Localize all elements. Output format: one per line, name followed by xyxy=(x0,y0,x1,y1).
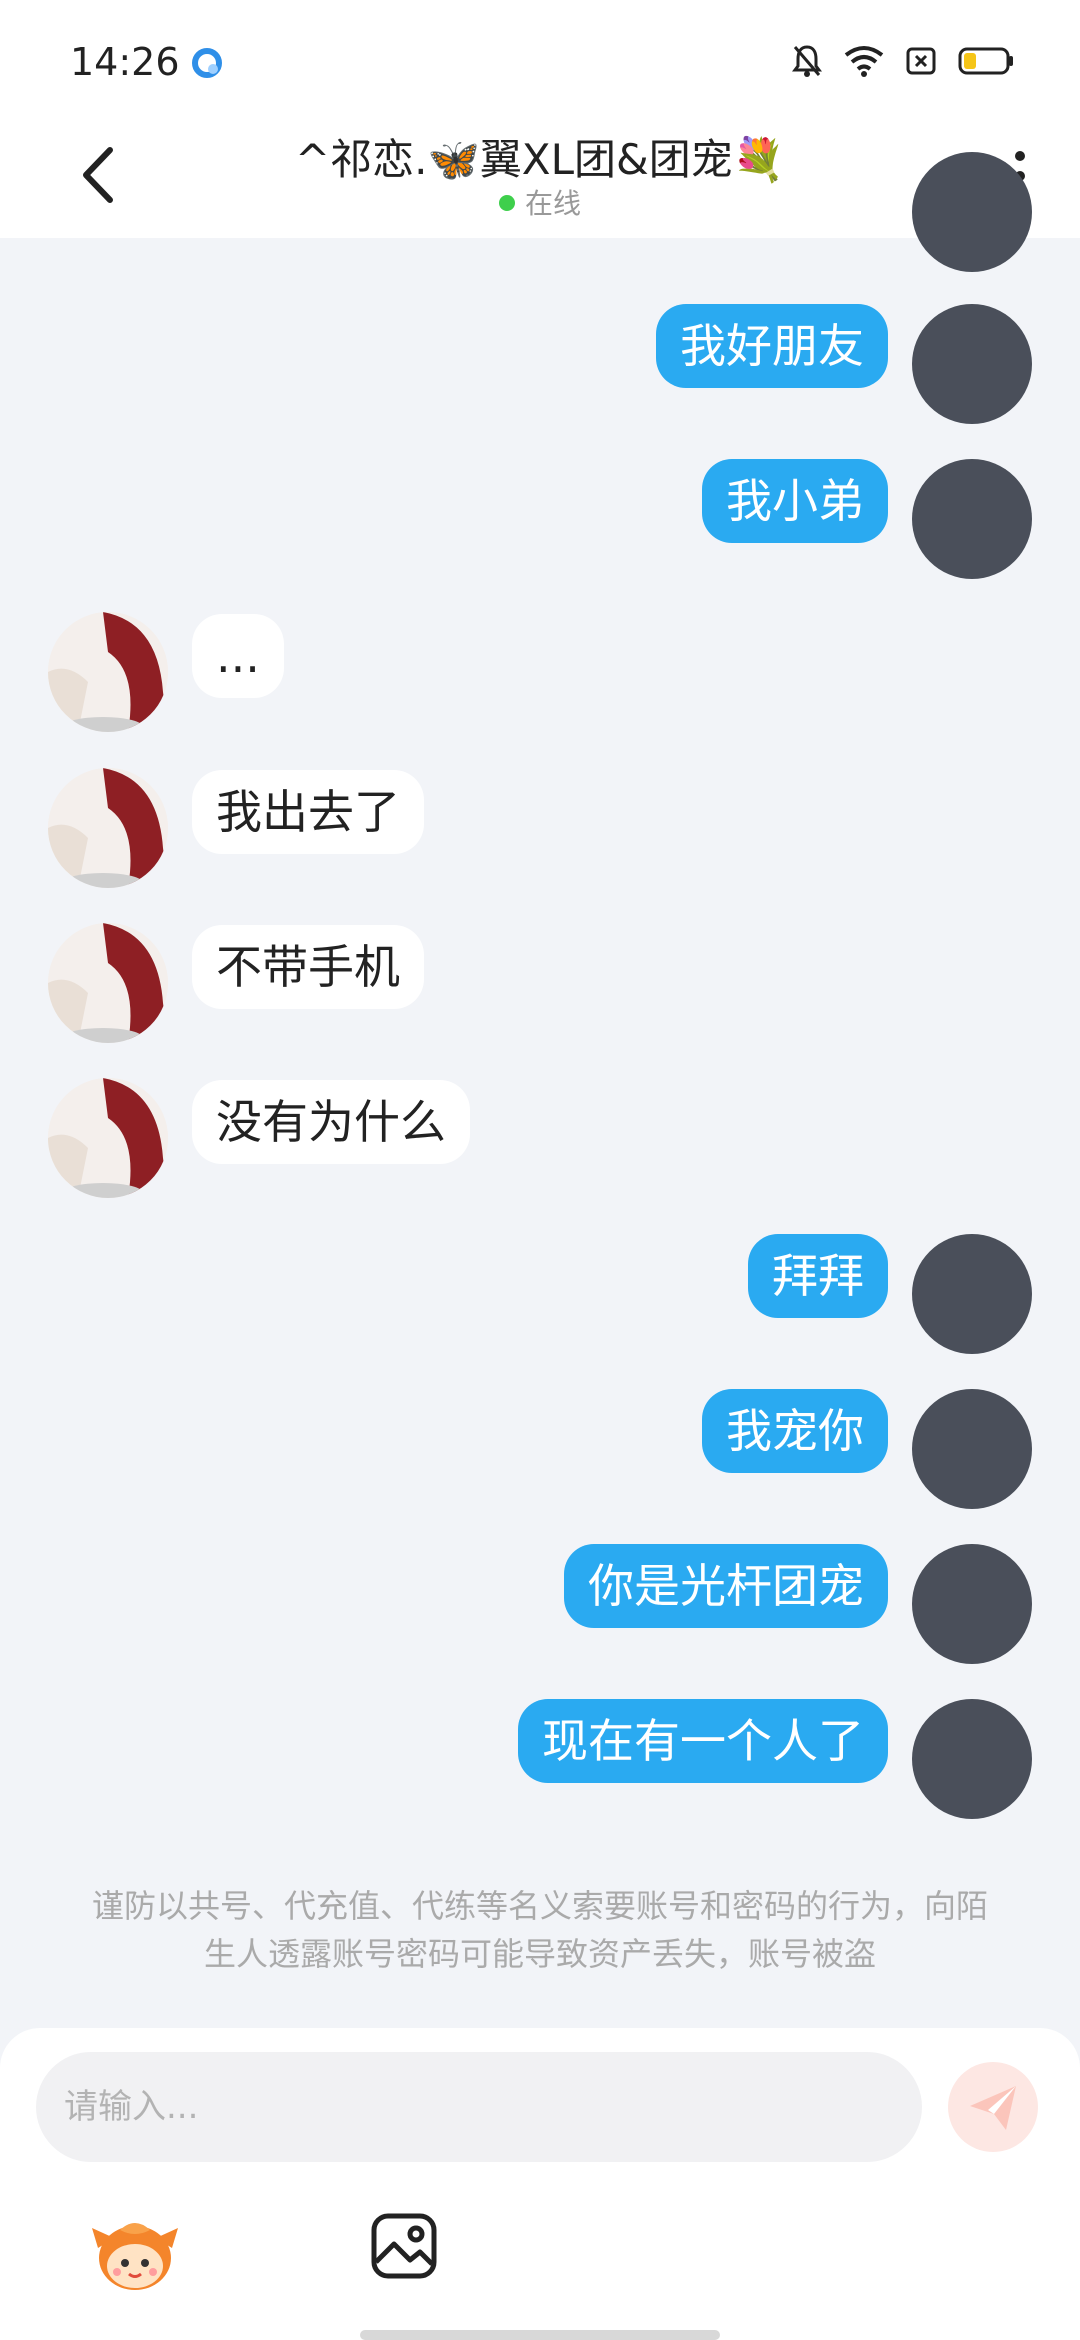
chat-message-list[interactable]: 我好朋友 我小弟 ... 我出去了 不带手机 没有为什么 拜拜 我宠你 你是光杆… xyxy=(0,152,1080,2028)
message-bubble-mine[interactable]: 现在有一个人了 xyxy=(518,1699,888,1783)
input-panel: 请输入... xyxy=(0,2028,1080,2340)
image-picker-button[interactable] xyxy=(370,2212,438,2280)
my-avatar[interactable] xyxy=(912,1544,1032,1664)
sticker-button[interactable] xyxy=(90,2208,180,2298)
message-bubble-contact[interactable]: 不带手机 xyxy=(192,925,424,1009)
message-bubble-contact[interactable]: 没有为什么 xyxy=(192,1080,470,1164)
message-bubble-mine[interactable]: 我小弟 xyxy=(702,459,888,543)
wifi-icon xyxy=(844,45,884,81)
silent-bell-icon xyxy=(792,44,822,82)
send-button[interactable] xyxy=(948,2062,1038,2152)
message-bubble-contact[interactable]: ... xyxy=(192,614,284,698)
contact-avatar[interactable] xyxy=(48,768,168,888)
contact-avatar[interactable] xyxy=(48,612,168,732)
message-input[interactable]: 请输入... xyxy=(36,2052,922,2162)
message-bubble-mine[interactable]: 拜拜 xyxy=(748,1234,888,1318)
message-bubble-mine[interactable]: 我宠你 xyxy=(702,1389,888,1473)
contact-avatar-image xyxy=(48,768,168,888)
mascot-icon xyxy=(92,2223,178,2290)
message-bubble-mine[interactable]: 我好朋友 xyxy=(656,304,888,388)
contact-avatar-image xyxy=(48,612,168,732)
image-icon xyxy=(371,2213,437,2279)
app-notification-icon xyxy=(192,48,222,82)
security-warning: 谨防以共号、代充值、代练等名义索要账号和密码的行为，向陌生人透露账号密码可能导致… xyxy=(91,1887,988,1973)
status-bar: 14:26 xyxy=(0,0,1080,120)
sim-icon xyxy=(906,47,936,79)
online-dot-icon xyxy=(498,195,515,211)
my-avatar[interactable] xyxy=(912,1699,1032,1819)
chat-title: ^祁恋.🦋翼XL团&团宠💐 xyxy=(294,135,786,184)
message-bubble-contact[interactable]: 我出去了 xyxy=(192,770,424,854)
my-avatar[interactable] xyxy=(912,304,1032,424)
contact-avatar[interactable] xyxy=(48,923,168,1043)
my-avatar[interactable] xyxy=(912,1389,1032,1509)
contact-avatar[interactable] xyxy=(48,1078,168,1198)
status-time: 14:26 xyxy=(70,40,180,84)
contact-avatar-image xyxy=(48,923,168,1043)
message-input-placeholder: 请输入... xyxy=(64,2087,199,2127)
battery-icon xyxy=(958,47,1014,79)
online-status-label: 在线 xyxy=(524,187,581,220)
home-indicator[interactable] xyxy=(360,2330,720,2340)
send-icon xyxy=(970,2086,1016,2130)
my-avatar[interactable] xyxy=(912,1234,1032,1354)
my-avatar[interactable] xyxy=(912,459,1032,579)
my-avatar[interactable] xyxy=(912,152,1032,272)
message-bubble-mine[interactable]: 你是光杆团宠 xyxy=(564,1544,888,1628)
contact-avatar-image xyxy=(48,1078,168,1198)
